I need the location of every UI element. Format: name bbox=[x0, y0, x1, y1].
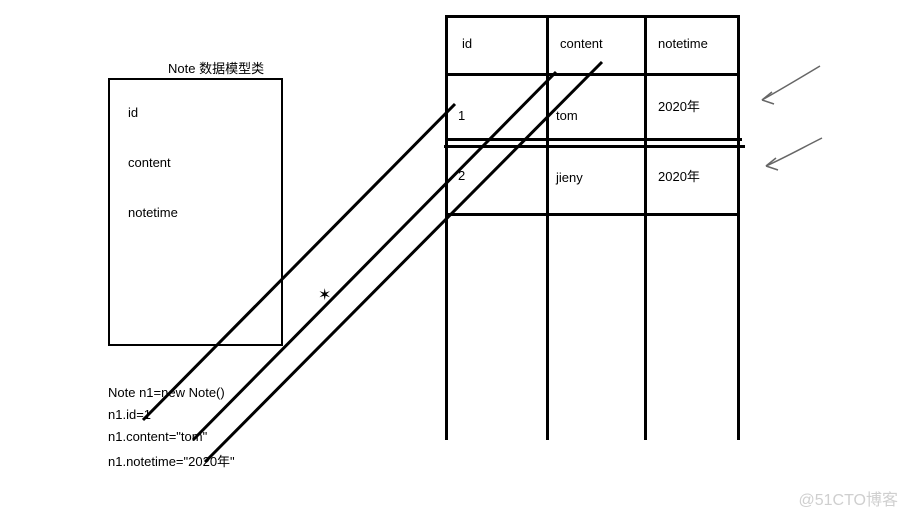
table-cell-r1-content: tom bbox=[556, 108, 578, 123]
table-cell-r2-notetime: 2020年 bbox=[658, 166, 700, 185]
data-table: id content notetime 1 tom 2020年 2 jieny … bbox=[445, 15, 740, 440]
table-row1-divider-b bbox=[444, 145, 745, 148]
table-header-content: content bbox=[560, 36, 603, 51]
table-vline-1 bbox=[546, 18, 549, 440]
table-header-id: id bbox=[462, 36, 472, 51]
table-vline-2 bbox=[644, 18, 647, 440]
watermark-text: @51CTO博客 bbox=[798, 486, 898, 510]
table-row2-divider bbox=[448, 213, 737, 216]
cross-marker-icon: ✶ bbox=[318, 285, 331, 305]
table-row1-divider-a bbox=[446, 138, 742, 141]
table-cell-r2-content: jieny bbox=[556, 170, 583, 185]
table-header-divider bbox=[448, 73, 737, 76]
code-line-3: n1.content="tom" bbox=[108, 429, 207, 444]
code-line-1: Note n1=new Note() bbox=[108, 385, 225, 400]
table-cell-r1-id: 1 bbox=[458, 108, 465, 123]
class-field-notetime: notetime bbox=[128, 205, 178, 220]
class-field-id: id bbox=[128, 105, 138, 120]
table-cell-r2-id: 2 bbox=[458, 168, 465, 183]
table-cell-r1-notetime: 2020年 bbox=[658, 96, 700, 115]
class-box-title: Note 数据模型类 bbox=[168, 58, 264, 77]
code-line-4: n1.notetime="2020年" bbox=[108, 451, 235, 470]
table-header-notetime: notetime bbox=[658, 36, 708, 51]
code-line-2: n1.id=1 bbox=[108, 407, 151, 422]
class-field-content: content bbox=[128, 155, 171, 170]
